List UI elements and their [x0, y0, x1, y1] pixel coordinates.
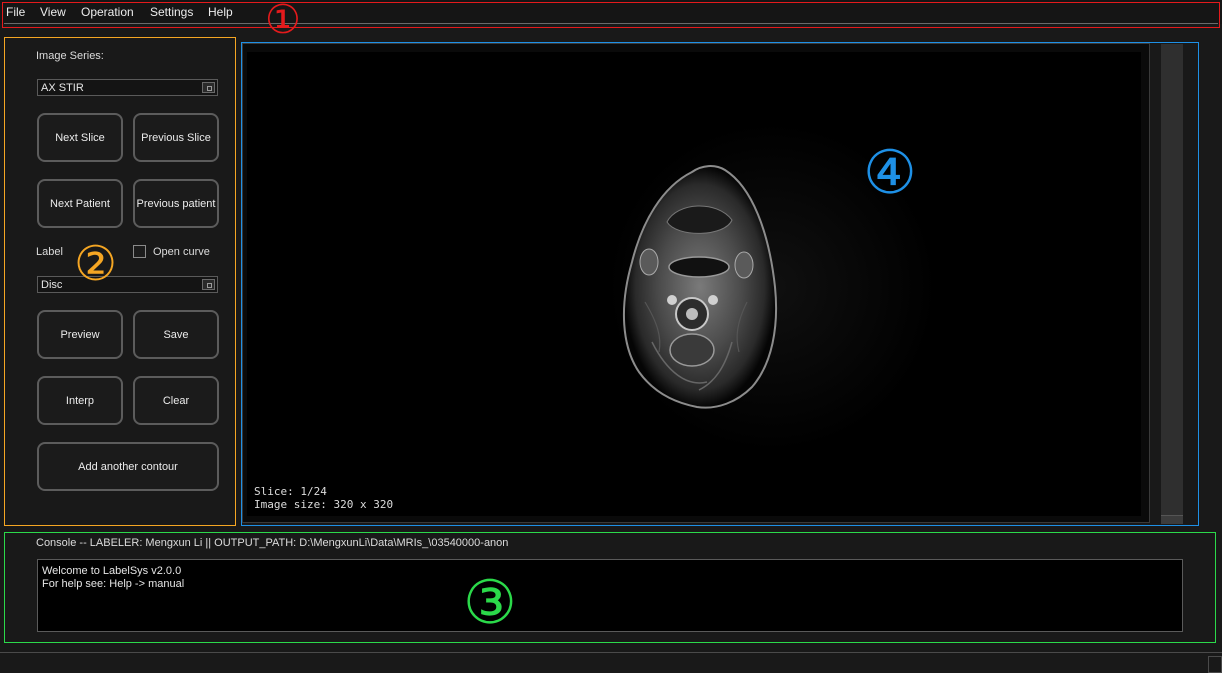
previous-patient-button[interactable]: Previous patient — [133, 179, 219, 228]
previous-slice-button[interactable]: Previous Slice — [133, 113, 219, 162]
console-header: Console -- LABELER: Mengxun Li || OUTPUT… — [36, 537, 509, 549]
label-select[interactable]: Disc — [37, 276, 218, 293]
annotation-marker-1: ① — [265, 0, 301, 43]
image-series-select[interactable]: AX STIR — [37, 79, 218, 96]
add-contour-button[interactable]: Add another contour — [37, 442, 219, 491]
image-series-label: Image Series: — [36, 50, 104, 62]
console-line: Welcome to LabelSys v2.0.0 — [42, 565, 182, 577]
image-size-readout: Image size: 320 x 320 — [254, 498, 394, 511]
resize-grip-icon[interactable] — [1208, 656, 1222, 673]
menu-help[interactable]: Help — [208, 5, 233, 19]
label-value: Disc — [41, 279, 63, 291]
save-button[interactable]: Save — [133, 310, 219, 359]
viewer-scrollbar-handle[interactable] — [1161, 515, 1183, 524]
interp-button[interactable]: Interp — [37, 376, 123, 425]
menu-operation[interactable]: Operation — [81, 5, 134, 19]
next-patient-button[interactable]: Next Patient — [37, 179, 123, 228]
annotation-marker-3: ③ — [463, 568, 517, 638]
annotation-marker-2: ② — [74, 236, 118, 292]
image-series-value: AX STIR — [41, 82, 84, 94]
open-curve-checkbox[interactable] — [133, 245, 146, 258]
viewer-scrollbar[interactable] — [1161, 44, 1183, 524]
dropdown-arrow-icon — [202, 82, 215, 93]
mri-scan-image — [607, 122, 937, 452]
next-slice-button[interactable]: Next Slice — [37, 113, 123, 162]
console-output[interactable]: Welcome to LabelSys v2.0.0 For help see:… — [37, 559, 1183, 632]
status-bar — [0, 652, 1222, 673]
menu-file[interactable]: File — [6, 5, 25, 19]
slice-readout: Slice: 1/24 — [254, 485, 327, 498]
menu-settings[interactable]: Settings — [150, 5, 193, 19]
open-curve-label: Open curve — [153, 246, 210, 258]
menu-divider — [4, 23, 1218, 24]
label-field-label: Label — [36, 246, 63, 258]
console-line: For help see: Help -> manual — [42, 578, 185, 590]
menu-bar: File View Operation Settings Help — [0, 0, 1222, 24]
menu-view[interactable]: View — [40, 5, 66, 19]
preview-button[interactable]: Preview — [37, 310, 123, 359]
dropdown-arrow-icon — [202, 279, 215, 290]
image-viewer[interactable]: Slice: 1/24 Image size: 320 x 320 — [247, 52, 1141, 516]
annotation-marker-4: ④ — [863, 138, 917, 208]
clear-button[interactable]: Clear — [133, 376, 219, 425]
